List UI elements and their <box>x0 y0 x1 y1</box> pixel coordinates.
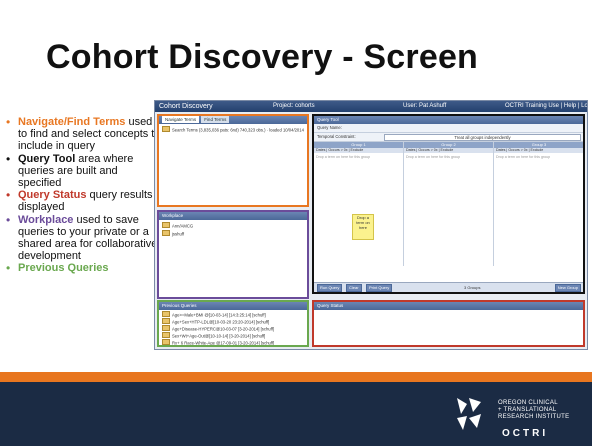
highlight-workplace <box>157 210 309 299</box>
bullet-workplace: Workplace used to save queries to your p… <box>4 214 164 263</box>
highlight-query-status <box>312 300 585 347</box>
bullet-previous-queries: Previous Queries <box>4 262 164 274</box>
bullet-term: Navigate/Find Terms <box>18 116 126 128</box>
slide-title: Cohort Discovery - Screen <box>46 38 479 76</box>
bullet-term: Previous Queries <box>18 262 109 275</box>
highlight-query-tool <box>312 114 585 294</box>
bullet-term: Workplace <box>18 213 74 226</box>
footer-accent-bar <box>0 372 592 382</box>
app-header: Cohort Discovery Project: cohorts User: … <box>155 101 587 112</box>
app-links[interactable]: OCTRI Training Use | Help | Logout <box>505 101 587 112</box>
app-project: Project: cohorts <box>273 103 315 109</box>
slide: Cohort Discovery - Screen Navigate/Find … <box>0 0 592 446</box>
bullet-term: Query Tool <box>18 152 76 165</box>
highlight-navigate <box>157 114 309 207</box>
bullet-query-status: Query Status query results displayed <box>4 189 164 213</box>
bullet-term: Query Status <box>18 189 87 202</box>
app-user: User: Pat Ashuff <box>403 103 447 109</box>
octri-logo-icon <box>457 398 481 430</box>
institute-name: OREGON CLINICAL + TRANSLATIONAL RESEARCH… <box>498 400 570 420</box>
octri-wordmark: OCTRI <box>502 428 549 439</box>
app-screenshot: Cohort Discovery Project: cohorts User: … <box>154 100 588 350</box>
bullet-list: Navigate/Find Terms used to find and sel… <box>4 116 164 275</box>
bullet-navigate: Navigate/Find Terms used to find and sel… <box>4 116 164 153</box>
highlight-previous <box>157 300 309 347</box>
bullet-query-tool: Query Tool area where queries are built … <box>4 153 164 190</box>
app-title: Cohort Discovery <box>159 103 213 110</box>
